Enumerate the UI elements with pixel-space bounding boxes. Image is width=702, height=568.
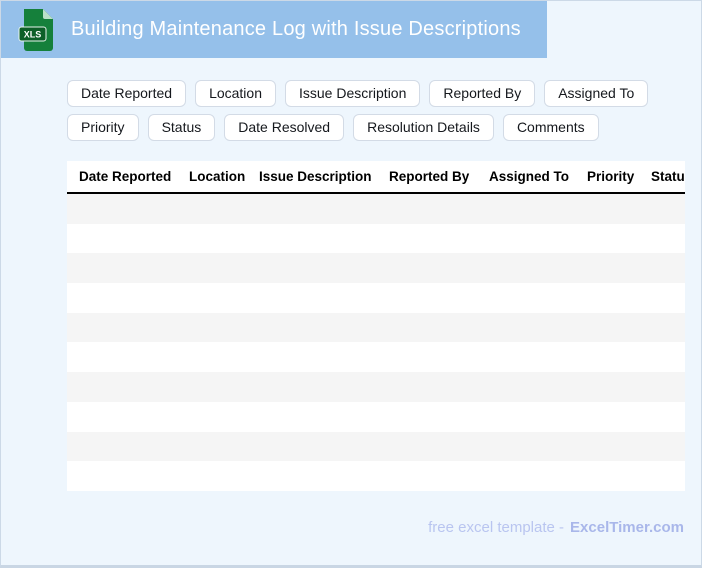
table-header-row: Date Reported Location Issue Description Re…	[67, 161, 685, 194]
column-chip[interactable]: Assigned To	[544, 80, 649, 107]
table-row	[67, 461, 685, 491]
column-chip-list: Date Reported Location Issue Description Re…	[67, 80, 695, 141]
footer-text: free excel template -	[428, 519, 565, 536]
column-chip[interactable]: Resolution Details	[353, 114, 494, 141]
footer: free excel template - ExcelTimer.com	[428, 519, 684, 536]
xls-file-icon: XLS	[18, 8, 53, 51]
svg-text:XLS: XLS	[24, 29, 42, 39]
title-banner: XLS Building Maintenance Log with Issue …	[1, 1, 547, 58]
page: XLS Building Maintenance Log with Issue …	[0, 0, 702, 568]
table-row	[67, 194, 685, 224]
brand-link[interactable]: ExcelTimer.com	[570, 519, 684, 536]
table-column-header: Location	[189, 169, 246, 184]
column-chip[interactable]: Reported By	[429, 80, 536, 107]
table-row	[67, 431, 685, 462]
table-row	[67, 342, 685, 373]
table-column-header: Status	[651, 169, 685, 184]
table-row	[67, 312, 685, 343]
table-row	[67, 253, 685, 284]
table-row	[67, 283, 685, 313]
table-column-header: Date Reported	[79, 169, 172, 184]
column-chip[interactable]: Date Reported	[67, 80, 187, 107]
column-chip[interactable]: Date Resolved	[224, 114, 345, 141]
table-body	[67, 194, 685, 491]
table-column-header: Assigned To	[489, 169, 570, 184]
table-column-header: Issue Description	[259, 169, 372, 184]
table-row	[67, 372, 685, 402]
spreadsheet-preview: Date Reported Location Issue Description Re…	[67, 161, 685, 491]
column-chip[interactable]: Location	[195, 80, 276, 107]
column-chip[interactable]: Issue Description	[285, 80, 421, 107]
table-row	[67, 401, 685, 432]
table-column-header: Reported By	[389, 169, 470, 184]
column-chip[interactable]: Comments	[502, 114, 599, 141]
table-row	[67, 223, 685, 254]
page-title: Building Maintenance Log with Issue Desc…	[71, 18, 521, 40]
column-chip[interactable]: Priority	[67, 114, 139, 141]
table-column-header: Priority	[587, 169, 635, 184]
column-chip[interactable]: Status	[147, 114, 216, 141]
